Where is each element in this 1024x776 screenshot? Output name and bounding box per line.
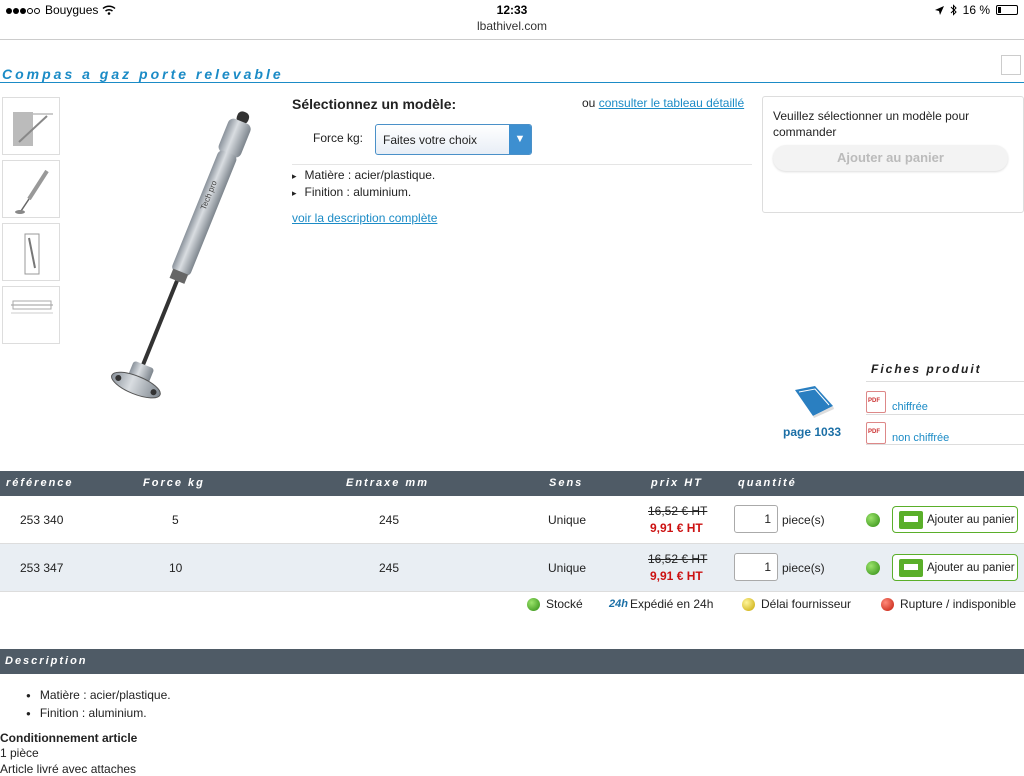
thumbnail-2[interactable] bbox=[2, 160, 60, 218]
description-item: Finition : aluminium. bbox=[26, 705, 171, 723]
row-sens: Unique bbox=[548, 513, 587, 527]
thumbnail-3[interactable] bbox=[2, 223, 60, 281]
force-select[interactable]: Faites votre choix ▼ bbox=[375, 124, 532, 155]
col-entraxe: Entraxe mm bbox=[346, 477, 429, 489]
status-bar: Bouygues 12:33 16 % bbox=[0, 0, 1024, 20]
thumbnail-gallery bbox=[2, 97, 60, 349]
legend-stocked: Stocké bbox=[527, 597, 583, 611]
cart-icon bbox=[899, 558, 923, 577]
col-prix: prix HT bbox=[651, 477, 703, 489]
select-model-heading: Sélectionnez un modèle: bbox=[292, 96, 457, 112]
browser-divider bbox=[0, 39, 1024, 40]
row-entraxe: 245 bbox=[379, 561, 400, 575]
battery-percent: 16 % bbox=[962, 3, 990, 17]
title-divider bbox=[0, 82, 1024, 83]
chevron-down-icon[interactable]: ▼ bbox=[509, 125, 531, 154]
quantity-input[interactable]: 1 bbox=[734, 553, 778, 581]
force-label: Force kg: bbox=[313, 131, 364, 145]
bluetooth-icon bbox=[950, 4, 957, 16]
catalog-page-link[interactable]: page 1033 bbox=[783, 425, 841, 439]
green-dot-icon bbox=[527, 597, 540, 611]
stock-status-icon bbox=[866, 513, 880, 527]
full-description-link[interactable]: voir la description complète bbox=[292, 211, 437, 225]
address-bar[interactable]: lbathivel.com bbox=[0, 19, 1024, 33]
page-title: Compas a gaz porte relevable bbox=[2, 66, 284, 82]
fiches-divider bbox=[866, 444, 1024, 445]
thumbnail-4[interactable] bbox=[2, 286, 60, 344]
conditionnement-line: 1 pièce bbox=[0, 746, 39, 760]
legend-rupture: Rupture / indisponible bbox=[881, 597, 1016, 611]
legend-label: Rupture / indisponible bbox=[900, 597, 1017, 611]
col-sens: Sens bbox=[549, 477, 584, 489]
stock-status-icon bbox=[866, 561, 880, 575]
col-quantite: quantité bbox=[738, 477, 797, 489]
fiche-chiffree-link[interactable]: chiffrée bbox=[866, 391, 928, 413]
row-entraxe: 245 bbox=[379, 513, 400, 527]
conditionnement-line: Article livré avec attaches bbox=[0, 762, 137, 776]
legend-label: Expédié en 24h bbox=[629, 597, 714, 611]
legend-shipped: 24h Expédié en 24h bbox=[609, 597, 713, 611]
thumbnail-1[interactable] bbox=[2, 97, 60, 155]
pdf-icon bbox=[866, 391, 886, 413]
row-sens: Unique bbox=[548, 561, 587, 575]
fiches-title: Fiches produit bbox=[871, 362, 982, 376]
old-price: 16,52 € HT bbox=[648, 552, 708, 566]
add-to-cart-button[interactable]: Ajouter au panier bbox=[892, 506, 1018, 533]
status-indicators: 16 % bbox=[934, 3, 1018, 17]
table-row: 253 340 5 245 Unique 16,52 € HT 9,91 € H… bbox=[0, 496, 1024, 544]
conditionnement-title: Conditionnement article bbox=[0, 731, 138, 745]
current-price: 9,91 € HT bbox=[650, 521, 703, 535]
feature-list: Matière : acier/plastique. Finition : al… bbox=[292, 167, 436, 201]
row-reference: 253 340 bbox=[20, 513, 64, 527]
row-force: 5 bbox=[172, 513, 179, 527]
order-panel: Veuillez sélectionner un modèle pour com… bbox=[762, 96, 1024, 213]
add-to-cart-label: Ajouter au panier bbox=[927, 561, 1015, 574]
description-header: Description bbox=[0, 649, 1024, 674]
legend-label: Délai fournisseur bbox=[761, 597, 852, 611]
table-header: référence Force kg Entraxe mm Sens prix … bbox=[0, 471, 1024, 496]
fiches-divider bbox=[866, 414, 1024, 415]
clock: 12:33 bbox=[496, 3, 528, 17]
quantity-unit: piece(s) bbox=[782, 513, 825, 527]
product-image: Tech pro bbox=[70, 90, 270, 410]
24h-icon: 24h bbox=[609, 598, 628, 610]
feature-item: Finition : aluminium. bbox=[292, 184, 435, 201]
add-to-cart-disabled-button[interactable]: Ajouter au panier bbox=[773, 145, 1008, 171]
legend-delay: Délai fournisseur bbox=[742, 597, 851, 611]
row-reference: 253 347 bbox=[20, 561, 64, 575]
legend-label: Stocké bbox=[546, 597, 583, 611]
old-price: 16,52 € HT bbox=[648, 504, 708, 518]
catalog-book-icon[interactable] bbox=[793, 386, 835, 421]
row-force: 10 bbox=[169, 561, 183, 575]
feature-item: Matière : acier/plastique. bbox=[292, 167, 436, 184]
col-reference: référence bbox=[6, 477, 74, 489]
add-to-cart-label: Ajouter au panier bbox=[927, 513, 1015, 526]
corner-checkbox[interactable] bbox=[1001, 55, 1021, 75]
description-list: Matière : acier/plastique. Finition : al… bbox=[26, 687, 171, 723]
current-price: 9,91 € HT bbox=[650, 569, 703, 583]
fiche-non-chiffree-link[interactable]: non chiffrée bbox=[866, 422, 949, 444]
location-arrow-icon bbox=[934, 5, 944, 15]
consult-table-text: ou consulter le tableau détaillé bbox=[582, 96, 744, 110]
red-dot-icon bbox=[881, 597, 894, 611]
row-divider bbox=[0, 591, 1024, 592]
cart-icon bbox=[899, 510, 923, 529]
table-row: 253 347 10 245 Unique 16,52 € HT 9,91 € … bbox=[0, 544, 1024, 592]
yellow-dot-icon bbox=[742, 597, 755, 611]
fiches-divider bbox=[866, 381, 1024, 382]
description-item: Matière : acier/plastique. bbox=[26, 687, 171, 705]
add-to-cart-button[interactable]: Ajouter au panier bbox=[892, 554, 1018, 581]
quantity-input[interactable]: 1 bbox=[734, 505, 778, 533]
options-divider bbox=[292, 164, 752, 165]
consult-prefix: ou bbox=[582, 96, 596, 110]
fiche-label: non chiffrée bbox=[892, 432, 950, 444]
battery-icon bbox=[996, 5, 1018, 15]
quantity-unit: piece(s) bbox=[782, 561, 825, 575]
consult-table-link[interactable]: consulter le tableau détaillé bbox=[599, 96, 744, 110]
fiche-label: chiffrée bbox=[892, 401, 928, 413]
order-message: Veuillez sélectionner un modèle pour com… bbox=[773, 109, 970, 139]
col-force: Force kg bbox=[143, 477, 205, 489]
pdf-icon bbox=[866, 422, 886, 444]
force-select-value: Faites votre choix bbox=[383, 133, 478, 147]
